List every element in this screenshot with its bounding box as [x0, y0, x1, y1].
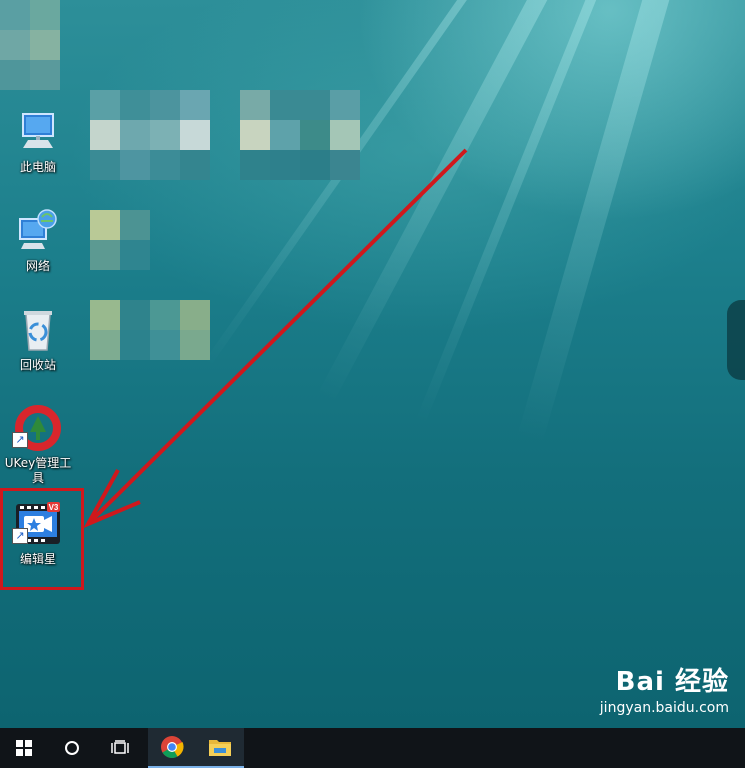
watermark-url: jingyan.baidu.com	[599, 700, 729, 716]
task-view-icon	[111, 740, 129, 754]
chrome-icon	[161, 736, 184, 758]
light-ray	[517, 0, 686, 444]
shortcut-arrow-icon: ↗	[12, 432, 28, 448]
network-icon	[19, 209, 57, 249]
taskbar	[0, 728, 745, 768]
baidu-logo: Bai 经验	[615, 667, 729, 697]
file-explorer-icon	[209, 740, 231, 756]
start-button[interactable]	[0, 728, 48, 768]
desktop-icon-label: 回收站	[19, 358, 56, 372]
task-view-button[interactable]	[96, 728, 144, 768]
chrome-taskbar-button[interactable]	[148, 728, 196, 768]
desktop-icon-network[interactable]: 网络	[0, 207, 76, 274]
desktop-icon-label: 此电脑	[19, 160, 56, 174]
computer-icon	[22, 113, 54, 148]
desktop-icon-label: 网络	[25, 259, 50, 273]
recycle-bin-icon	[24, 311, 52, 351]
desktop-icon-this-pc[interactable]: 此电脑	[0, 108, 76, 175]
highlight-box	[0, 488, 84, 590]
swimmer-silhouette	[727, 300, 745, 380]
desktop-icon-recycle-bin[interactable]: 回收站	[0, 306, 76, 373]
baidu-watermark: Bai 经验 jingyan.baidu.com	[600, 661, 729, 716]
windows-start-icon	[16, 740, 32, 756]
search-circle-icon	[65, 741, 79, 755]
file-explorer-taskbar-button[interactable]	[196, 728, 244, 768]
desktop[interactable]: 此电脑 网络 回收站 ↗ UKey管理工具 V3 ↗ 编辑星 Bai 经验 ji…	[0, 0, 745, 728]
search-button[interactable]	[48, 728, 96, 768]
desktop-icon-label: UKey管理工具	[4, 456, 72, 485]
desktop-icon-ukey-tool[interactable]: ↗ UKey管理工具	[0, 404, 76, 486]
